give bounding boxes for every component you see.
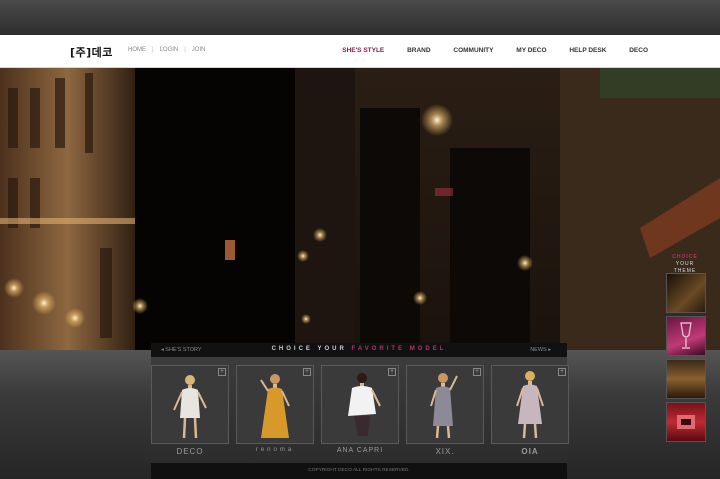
model-figure [173, 375, 207, 439]
theme-thumb-restaurant-interior[interactable] [666, 359, 706, 399]
model-card-ana-capri[interactable]: + [321, 365, 399, 444]
model-card-xix[interactable]: + [406, 365, 484, 444]
site-header: [주]데코 HOME | LOGIN | JOIN SHE'S STYLE BRAND … [0, 35, 720, 68]
model-card-deco[interactable]: + [151, 365, 229, 444]
nav-shes-style[interactable]: SHE'S STYLE [342, 47, 384, 54]
site-logo[interactable]: [주]데코 [70, 44, 113, 60]
plus-icon[interactable]: + [473, 368, 481, 376]
model-card-renoma[interactable]: + [236, 365, 314, 444]
model-figure [348, 373, 381, 436]
nav-deco[interactable]: DECO [629, 47, 648, 54]
panel-title-part2: FAVORITE MODEL [351, 346, 447, 352]
plus-icon[interactable]: + [218, 368, 226, 376]
util-login-link[interactable]: LOGIN [160, 47, 179, 53]
red-room-icon [677, 415, 695, 429]
nav-my-deco[interactable]: MY DECO [516, 47, 546, 54]
nav-community[interactable]: COMMUNITY [453, 47, 493, 54]
plus-icon[interactable]: + [388, 368, 396, 376]
model-card-oia[interactable]: + [491, 365, 569, 444]
hero-night-street-image [0, 68, 720, 350]
utility-nav: HOME | LOGIN | JOIN [128, 47, 205, 53]
model-figure [516, 371, 544, 439]
nav-brand[interactable]: BRAND [407, 47, 430, 54]
brand-label-deco: DECO [176, 447, 204, 456]
model-list: + + + + + DECO renoma ANA CAPRI XIX. OIA [151, 365, 569, 456]
separator: | [184, 47, 186, 53]
theme-thumb-night-street[interactable] [666, 273, 706, 313]
brand-label-xix: XIX. [435, 447, 455, 456]
theme-title: CHOICE YOUR THEME [664, 254, 706, 275]
plus-icon[interactable]: + [303, 368, 311, 376]
panel-title-part1: CHOICE YOUR [271, 346, 352, 352]
model-figure [430, 373, 458, 439]
brand-label-renoma: renoma [255, 447, 295, 453]
util-home-link[interactable]: HOME [128, 47, 146, 53]
brand-label-ana-capri: ANA CAPRI [336, 447, 384, 454]
util-join-link[interactable]: JOIN [192, 47, 206, 53]
copyright-text: COPYRIGHT DECO ALL RIGHTS RESERVED. [151, 463, 567, 479]
theme-thumb-wine-glass[interactable] [666, 316, 706, 356]
main-nav: SHE'S STYLE BRAND COMMUNITY MY DECO HELP… [321, 47, 648, 54]
model-panel-header: ◂ SHE'S STORY CHOICE YOUR FAVORITE MODEL… [151, 343, 567, 357]
panel-title: CHOICE YOUR FAVORITE MODEL [151, 346, 567, 352]
nav-help-desk[interactable]: HELP DESK [569, 47, 606, 54]
separator: | [152, 47, 154, 53]
theme-title-line1: CHOICE [672, 254, 698, 260]
theme-thumb-red-room[interactable] [666, 402, 706, 442]
news-link[interactable]: NEWS ▸ [530, 347, 551, 353]
model-figure [260, 374, 290, 438]
top-band [0, 0, 720, 35]
plus-icon[interactable]: + [558, 368, 566, 376]
model-panel: + + + + + DECO renoma ANA CAPRI XIX. OIA [151, 357, 569, 463]
brand-label-oia: OIA [521, 447, 539, 456]
wine-glass-icon [680, 322, 692, 349]
